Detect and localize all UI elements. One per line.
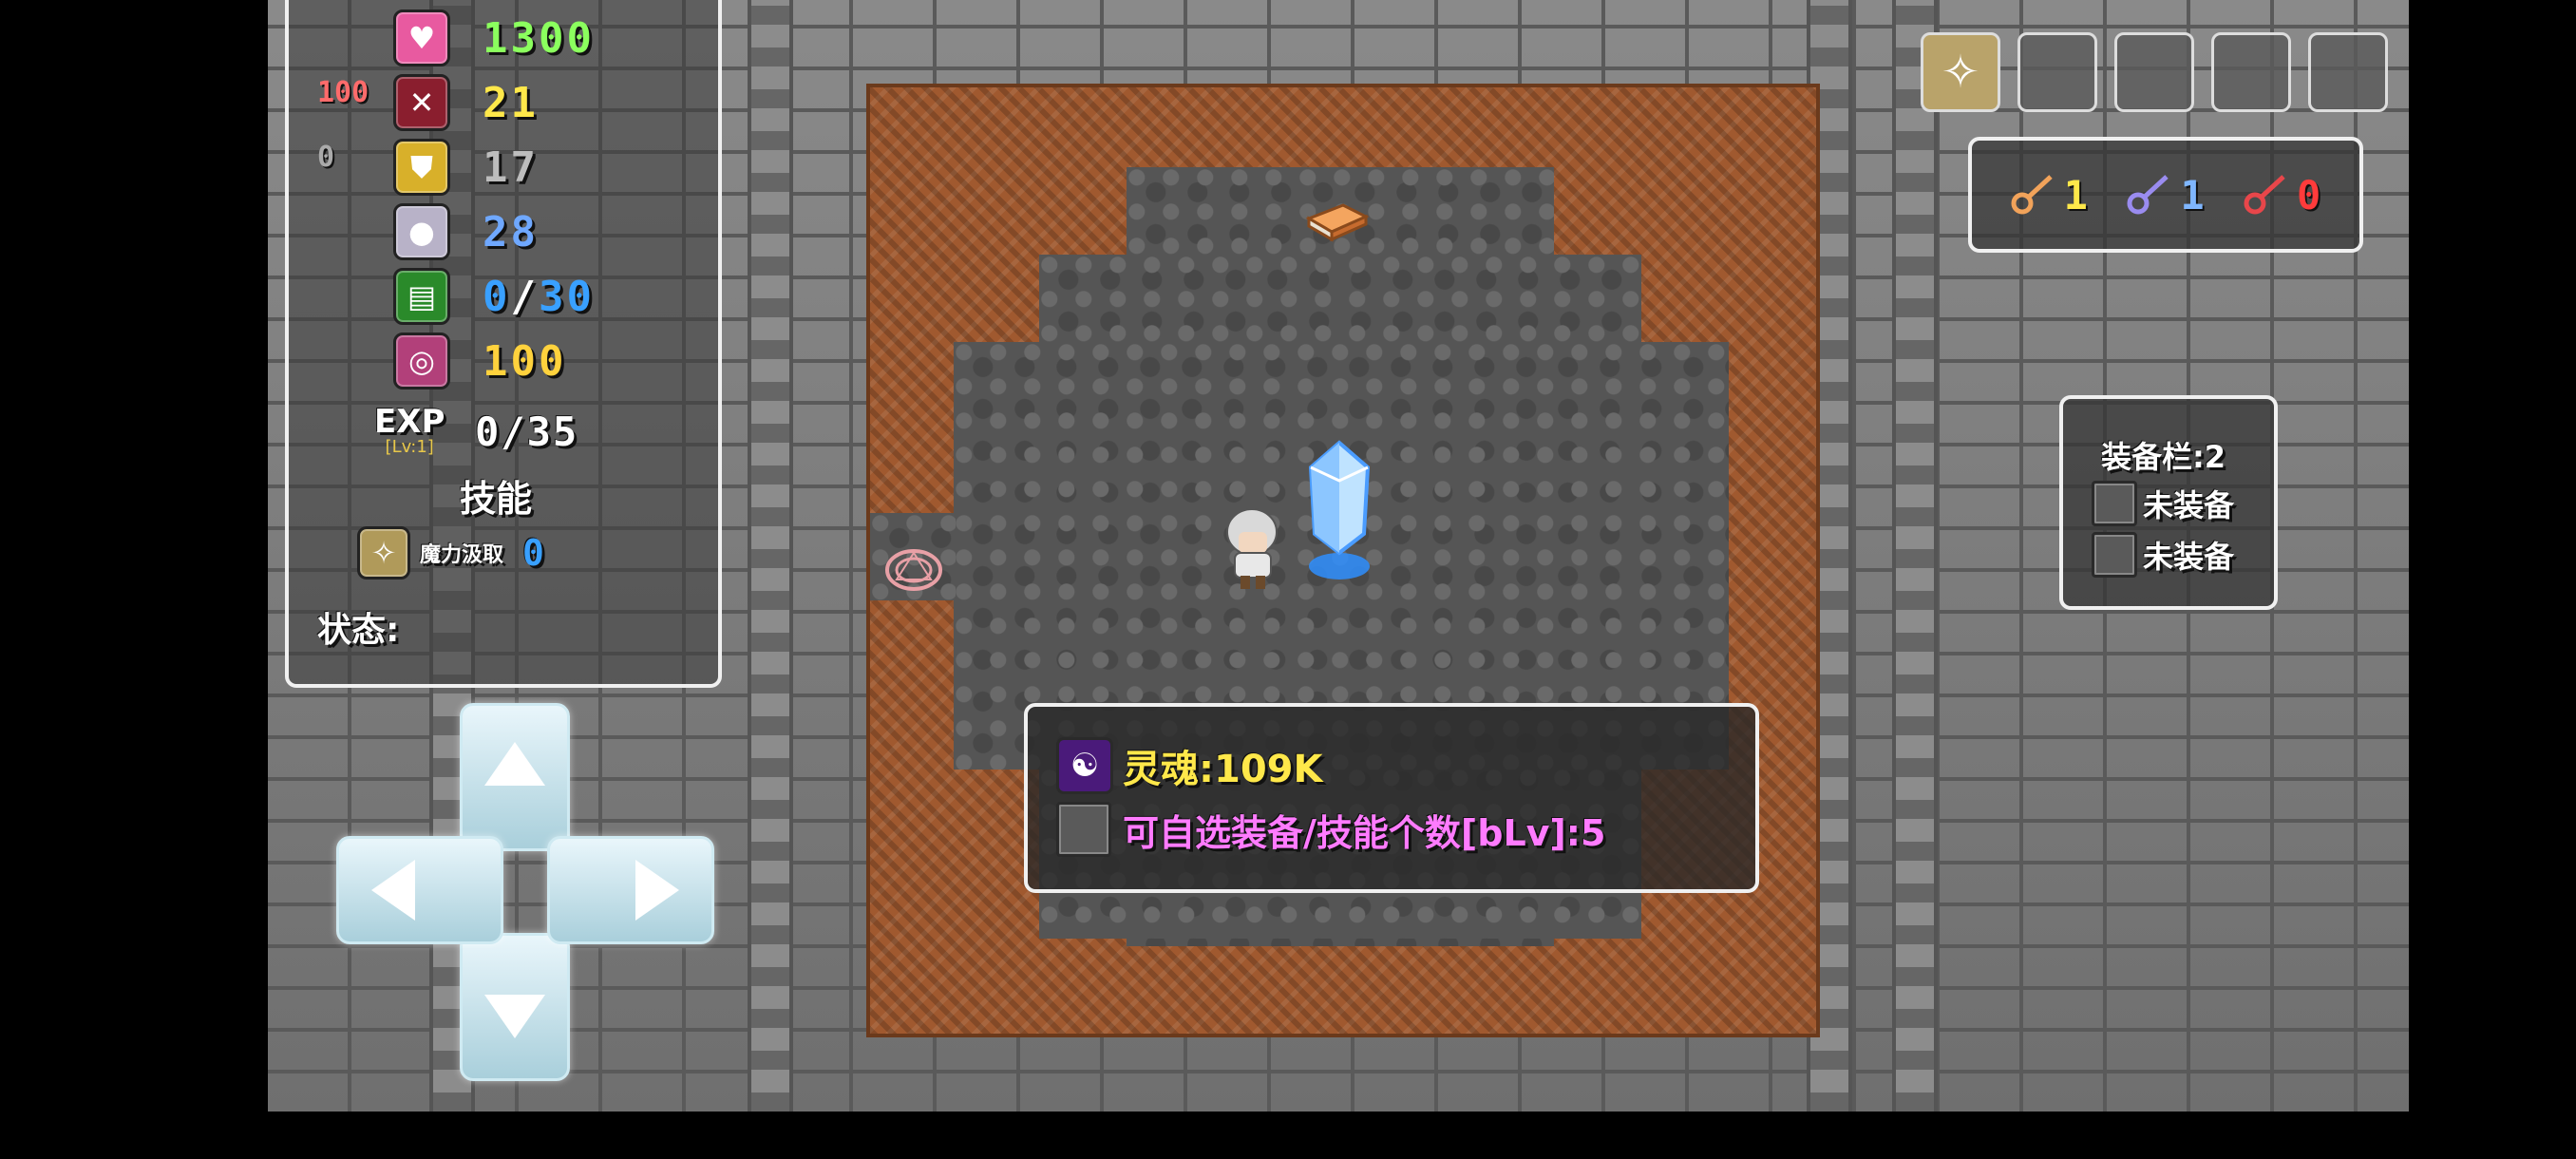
defense-value: 17 bbox=[483, 142, 539, 192]
dpad-down-button[interactable] bbox=[460, 933, 570, 1081]
soul-icon: ☯ bbox=[1056, 737, 1113, 794]
mana-value: 100 bbox=[483, 336, 567, 386]
equipment-panel: 装备栏:2 未装备 未装备 bbox=[2059, 395, 2278, 610]
attack-value: 21 bbox=[483, 78, 539, 127]
defense-row: ⛊ 17 bbox=[393, 139, 539, 196]
heart-icon: ♥ bbox=[393, 10, 450, 66]
magic-eye-icon: ✧ bbox=[1941, 46, 1980, 99]
book-row: ▤ 0/30 bbox=[393, 268, 595, 325]
key-orange: 1 bbox=[2011, 172, 2088, 218]
arrow-right-icon bbox=[635, 860, 679, 921]
magic-eye-icon[interactable]: ✧ bbox=[357, 526, 410, 580]
item-slot-4[interactable] bbox=[2211, 32, 2291, 112]
equipment-checkbox[interactable] bbox=[2092, 481, 2137, 526]
mana-row: ◎ 100 bbox=[393, 332, 566, 390]
skill-row[interactable]: ✧ 魔力汲取 0 bbox=[357, 526, 544, 580]
keys-panel: 1 1 0 bbox=[1968, 137, 2363, 253]
blue-key-icon bbox=[2127, 175, 2169, 215]
equipment-slot-1[interactable]: 未装备 bbox=[2092, 481, 2234, 526]
dpad-left-button[interactable] bbox=[336, 836, 503, 944]
book-max: 30 bbox=[539, 272, 595, 321]
wall-column bbox=[1892, 0, 1938, 1112]
arrow-left-icon bbox=[371, 860, 415, 921]
exp-value: 0/35 bbox=[475, 408, 579, 455]
magic-defense-row: ● 28 bbox=[393, 203, 539, 260]
equipment-checkbox[interactable] bbox=[2092, 532, 2137, 578]
soul-label: 灵魂:109K bbox=[1123, 748, 1323, 791]
book-icon: ▤ bbox=[393, 268, 450, 325]
item-slot-1[interactable]: ✧ bbox=[1921, 32, 2000, 112]
equipment-slot-label: 未装备 bbox=[2143, 487, 2235, 523]
hp-row: ♥ 1300 bbox=[393, 10, 595, 66]
hp-value: 1300 bbox=[483, 13, 595, 63]
book-separator: / bbox=[510, 272, 539, 321]
spiral-icon: ◎ bbox=[393, 332, 450, 390]
key-blue: 1 bbox=[2127, 171, 2205, 218]
skills-heading: 技能 bbox=[460, 478, 533, 520]
dpad-up-button[interactable] bbox=[460, 703, 570, 851]
skill-name: 魔力汲取 bbox=[420, 543, 504, 567]
magic-defense-value: 28 bbox=[483, 207, 539, 256]
exp-label: EXP bbox=[374, 403, 445, 441]
book-current: 0 bbox=[483, 272, 511, 321]
game-screen: ♥ 1300 100 ✕ 21 0 ⛊ 17 ● 28 ▤ 0/30 ◎ 100… bbox=[268, 0, 2409, 1112]
dpad bbox=[336, 703, 714, 1081]
item-slot-3[interactable] bbox=[2114, 32, 2194, 112]
blue-key-count: 1 bbox=[2180, 171, 2205, 218]
option-checkbox[interactable] bbox=[1056, 802, 1111, 857]
item-slot-5[interactable] bbox=[2308, 32, 2388, 112]
sword-icon: ✕ bbox=[393, 74, 450, 131]
option-row[interactable]: 可自选装备/技能个数[bLv]:5 bbox=[1056, 802, 1605, 857]
orange-key-count: 1 bbox=[2063, 171, 2088, 218]
equipment-slot-label: 未装备 bbox=[2143, 539, 2235, 575]
red-key-count: 0 bbox=[2296, 171, 2321, 218]
equipment-title: 装备栏:2 bbox=[2101, 439, 2226, 475]
option-label: 可自选装备/技能个数[bLv]:5 bbox=[1123, 811, 1606, 854]
orb-icon: ● bbox=[393, 203, 450, 260]
defense-bonus: 0 bbox=[317, 141, 335, 174]
exp-label-block: EXP [Lv:1] bbox=[374, 403, 445, 457]
shield-icon: ⛊ bbox=[393, 139, 450, 196]
crystal-icon[interactable] bbox=[1301, 439, 1377, 583]
arrow-up-icon bbox=[484, 742, 545, 786]
magic-circle-icon[interactable] bbox=[883, 545, 944, 595]
attack-row: ✕ 21 bbox=[393, 74, 539, 131]
hero-character bbox=[1220, 504, 1286, 591]
stats-panel: ♥ 1300 100 ✕ 21 0 ⛊ 17 ● 28 ▤ 0/30 ◎ 100… bbox=[285, 0, 722, 688]
equipment-slot-2[interactable]: 未装备 bbox=[2092, 532, 2234, 578]
key-red: 0 bbox=[2244, 172, 2320, 218]
skill-value: 0 bbox=[522, 532, 544, 574]
soul-row: ☯ 灵魂:109K bbox=[1056, 737, 1323, 794]
wall-column bbox=[748, 0, 793, 1112]
item-slot-2[interactable] bbox=[2017, 32, 2097, 112]
orange-key-icon bbox=[2011, 175, 2053, 215]
arrow-down-icon bbox=[484, 995, 545, 1038]
book-item-icon[interactable] bbox=[1305, 200, 1370, 243]
status-label: 状态: bbox=[317, 611, 400, 650]
red-key-icon bbox=[2244, 175, 2285, 215]
dpad-right-button[interactable] bbox=[547, 836, 714, 944]
info-dialog: ☯ 灵魂:109K 可自选装备/技能个数[bLv]:5 bbox=[1024, 703, 1759, 893]
attack-bonus: 100 bbox=[317, 76, 369, 109]
book-counter: 0/30 bbox=[483, 273, 595, 321]
